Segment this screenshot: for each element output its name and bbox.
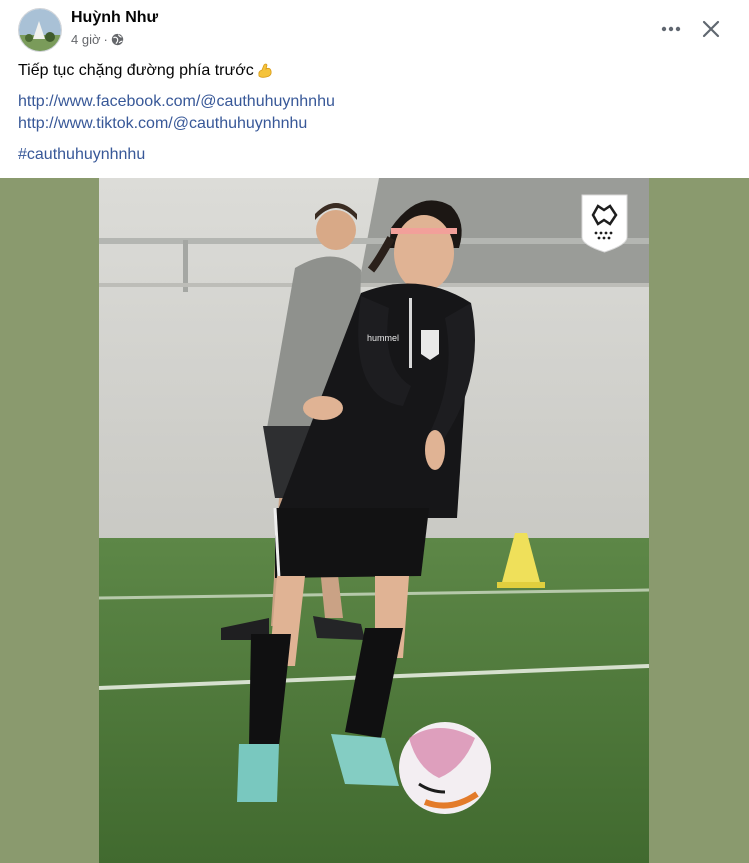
meta-separator: · — [103, 32, 108, 47]
facebook-link[interactable]: http://www.facebook.com/@cauthuhuynhnhu — [18, 93, 335, 111]
post-caption: Tiếp tục chặng đường phía trước — [18, 62, 274, 80]
avatar[interactable] — [18, 8, 62, 52]
photo-backdrop: hummel — [0, 178, 749, 863]
more-options-icon — [661, 26, 681, 32]
post-header: Huỳnh Như 4 giờ · Tiếp tục chặng đường p… — [0, 0, 749, 178]
caption-text: Tiếp tục chặng đường phía trước — [18, 62, 254, 79]
close-icon — [702, 20, 720, 38]
jersey-brand-text: hummel — [367, 333, 399, 343]
hashtag-link[interactable]: #cauthuhuynhnhu — [18, 146, 145, 164]
post-photo[interactable]: hummel — [99, 178, 649, 863]
more-options-button[interactable] — [656, 14, 686, 44]
flexed-biceps-emoji — [258, 63, 272, 78]
tiktok-link[interactable]: http://www.tiktok.com/@cauthuhuynhnhu — [18, 115, 307, 133]
club-crest-logo — [581, 194, 628, 253]
author-name[interactable]: Huỳnh Như — [71, 9, 158, 27]
post-meta: 4 giờ · — [71, 32, 124, 47]
close-button[interactable] — [696, 14, 726, 44]
post-time[interactable]: 4 giờ — [71, 32, 101, 47]
globe-icon — [111, 33, 124, 46]
